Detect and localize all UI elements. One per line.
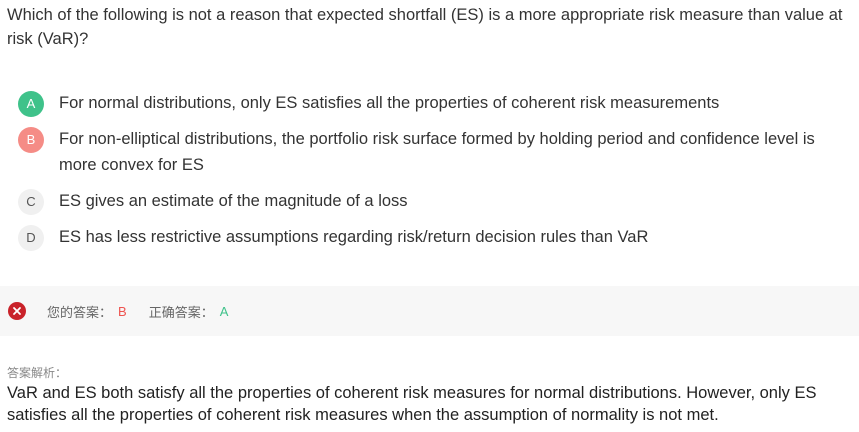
option-c[interactable]: C ES gives an estimate of the magnitude … [18,188,408,215]
correct-answer-value: A [219,303,229,319]
correct-answer-label: 正确答案： [148,304,214,320]
option-b-text: For non-elliptical distributions, the po… [59,130,815,174]
wrong-answer-icon [8,302,26,320]
question-text: Which of the following is not a reason t… [7,6,843,48]
analysis-label: 答案解析： [7,366,68,380]
analysis-text: VaR and ES both satisfy all the properti… [7,384,817,424]
your-answer-value: B [118,303,127,319]
result-bar: 您的答案： B 正确答案： A [0,286,859,336]
option-d-text: ES has less restrictive assumptions rega… [59,228,649,246]
result-summary: 您的答案： B 正确答案： A [8,302,228,320]
option-a[interactable]: A For normal distributions, only ES sati… [18,90,720,117]
option-a-text: For normal distributions, only ES satisf… [59,94,720,112]
option-d[interactable]: D ES has less restrictive assumptions re… [18,224,649,251]
option-c-badge: C [18,189,44,215]
option-b[interactable]: B For non-elliptical distributions, the … [18,126,838,178]
option-b-badge: B [18,127,44,153]
option-d-badge: D [18,225,44,251]
option-c-text: ES gives an estimate of the magnitude of… [59,192,408,210]
option-a-badge: A [18,91,44,117]
your-answer-label: 您的答案： [47,304,113,320]
